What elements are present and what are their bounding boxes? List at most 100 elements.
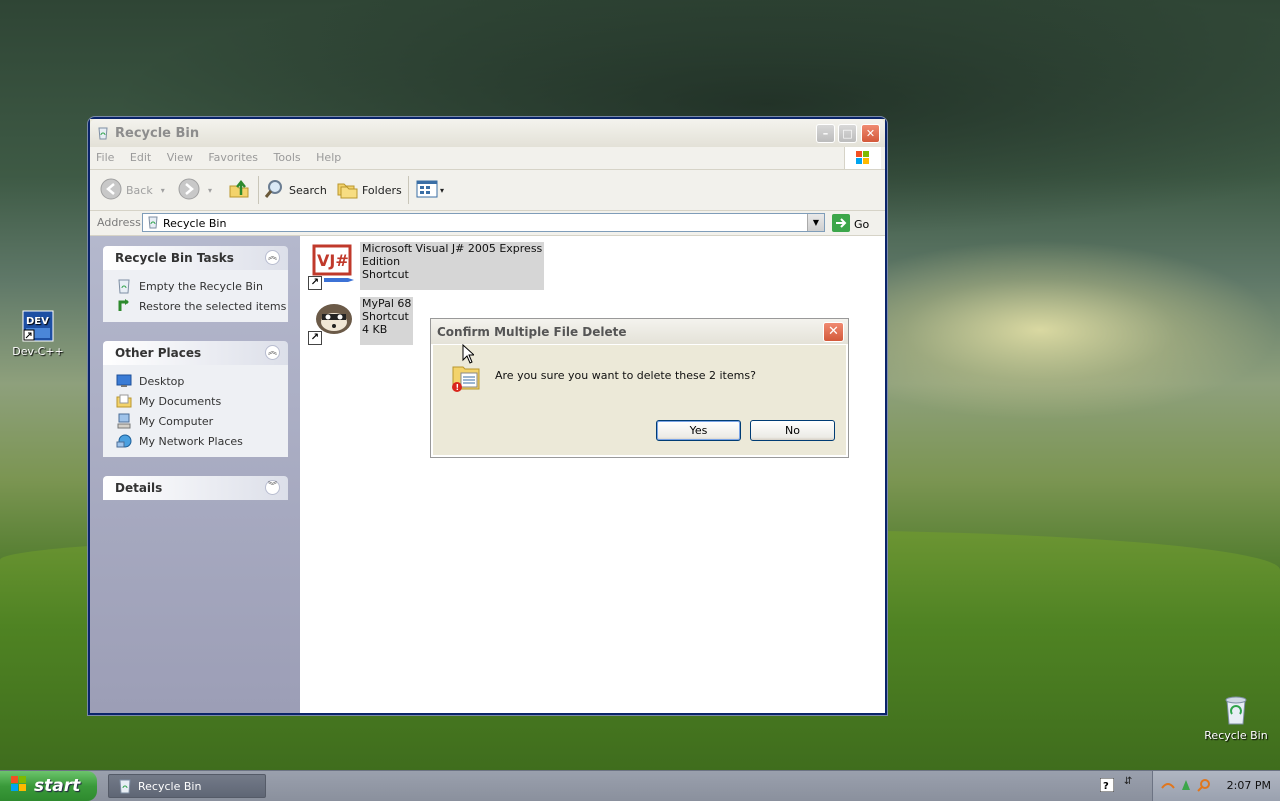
menu-edit[interactable]: Edit: [124, 147, 157, 164]
toolbar-separator: [408, 176, 409, 204]
task-label: Empty the Recycle Bin: [139, 279, 263, 293]
collapse-chevron-icon[interactable]: ︽: [265, 250, 280, 265]
back-arrow-icon: [100, 178, 122, 203]
start-button[interactable]: start: [0, 771, 97, 801]
address-label: Address: [97, 216, 141, 229]
start-label: start: [34, 776, 81, 796]
language-bar-icon[interactable]: ⇵: [1124, 776, 1132, 787]
mouse-cursor-icon: [462, 343, 476, 367]
panel-title: Recycle Bin Tasks: [115, 251, 234, 265]
file-name: MyPal 68: [362, 297, 412, 310]
file-item[interactable]: ↗ MyPal 68 Shortcut 4 KB: [308, 297, 414, 345]
folders-button[interactable]: Folders: [336, 178, 402, 202]
task-pane: Recycle Bin Tasks ︽ Empty the Recycle Bi…: [90, 236, 300, 713]
task-label: Restore the selected items: [139, 299, 287, 313]
tray-search-icon[interactable]: [1197, 778, 1211, 795]
desktop-sky-glow: [880, 240, 1280, 420]
maximize-icon: □: [842, 127, 853, 140]
panel-title: Other Places: [115, 346, 202, 360]
dialog-close-button[interactable]: ✕: [823, 322, 844, 342]
collapse-chevron-icon[interactable]: ︽: [265, 345, 280, 360]
search-icon: [263, 178, 285, 203]
details-panel: Details ︾: [103, 476, 288, 500]
close-icon: ✕: [865, 127, 876, 140]
taskbar: start Recycle Bin ? ⇵ 2:07 PM: [0, 770, 1280, 801]
my-computer-icon: [116, 413, 132, 429]
file-item[interactable]: VJ# ↗ Microsoft Visual J# 2005 Express E…: [308, 242, 545, 290]
recycle-bin-tasks-panel: Recycle Bin Tasks ︽ Empty the Recycle Bi…: [103, 246, 288, 322]
file-size: 4 KB: [362, 323, 388, 336]
file-meta: Microsoft Visual J# 2005 Express Edition…: [360, 242, 545, 290]
panel-header[interactable]: Details ︾: [103, 476, 288, 500]
window-titlebar[interactable]: Recycle Bin – □ ✕: [90, 119, 885, 147]
address-dropdown-icon[interactable]: ▼: [807, 214, 824, 231]
menu-help[interactable]: Help: [310, 147, 347, 164]
recycle-bin-icon: [1220, 694, 1252, 726]
yes-button[interactable]: Yes: [656, 420, 741, 441]
my-documents-icon: [116, 393, 132, 409]
tray-recycle-icon[interactable]: [1179, 778, 1193, 795]
place-my-computer-link[interactable]: My Computer: [103, 411, 288, 431]
svg-text:VJ#: VJ#: [317, 251, 349, 270]
restore-selected-link[interactable]: Restore the selected items: [103, 296, 288, 316]
menu-tools[interactable]: Tools: [268, 147, 307, 164]
other-places-panel: Other Places ︽ Desktop My Documents My C…: [103, 341, 288, 457]
dialog-title: Confirm Multiple File Delete: [437, 325, 627, 339]
no-button[interactable]: No: [750, 420, 835, 441]
svg-text:!: !: [456, 383, 460, 392]
tray-network-icon[interactable]: [1161, 778, 1175, 795]
address-field[interactable]: Recycle Bin ▼: [142, 213, 825, 232]
place-label: My Documents: [139, 394, 222, 408]
go-button[interactable]: Go: [832, 214, 869, 235]
task-label: Recycle Bin: [138, 779, 202, 793]
menu-view[interactable]: View: [161, 147, 199, 164]
mypal-raccoon-icon: ↗: [308, 297, 356, 345]
views-icon: [416, 178, 438, 203]
place-my-documents-link[interactable]: My Documents: [103, 391, 288, 411]
recycle-bin-icon: [146, 215, 160, 232]
clock: 2:07 PM: [1226, 779, 1271, 792]
back-dropdown-icon[interactable]: ▾: [161, 186, 165, 195]
dialog-titlebar[interactable]: Confirm Multiple File Delete ✕: [431, 319, 848, 344]
desktop-icon-label: Dev-C++: [12, 345, 64, 358]
windows-logo-icon: [10, 775, 28, 798]
expand-chevron-icon[interactable]: ︾: [265, 480, 280, 495]
place-desktop-link[interactable]: Desktop: [103, 371, 288, 391]
minimize-button[interactable]: –: [816, 124, 835, 143]
views-button[interactable]: ▾: [416, 178, 444, 202]
place-my-network-places-link[interactable]: My Network Places: [103, 431, 288, 451]
dialog-body: ! Are you sure you want to delete these …: [433, 345, 846, 455]
system-tray: 2:07 PM: [1152, 771, 1280, 801]
panel-header[interactable]: Other Places ︽: [103, 341, 288, 365]
search-button[interactable]: Search: [263, 178, 327, 202]
visual-jsharp-icon: VJ# ↗: [308, 242, 356, 290]
back-button[interactable]: Back ▾: [100, 178, 165, 202]
empty-recycle-bin-link[interactable]: Empty the Recycle Bin: [103, 276, 288, 296]
help-icon[interactable]: ?: [1099, 777, 1115, 795]
panel-header[interactable]: Recycle Bin Tasks ︽: [103, 246, 288, 270]
close-button[interactable]: ✕: [861, 124, 880, 143]
maximize-button[interactable]: □: [838, 124, 857, 143]
forward-arrow-icon: [178, 178, 200, 203]
address-value: Recycle Bin: [163, 217, 227, 230]
views-dropdown-icon: ▾: [440, 185, 445, 195]
desktop-icon-recycle-bin[interactable]: Recycle Bin: [1198, 694, 1274, 742]
up-folder-icon: [228, 178, 250, 203]
search-label: Search: [289, 183, 327, 197]
forward-dropdown-icon[interactable]: ▾: [208, 186, 212, 195]
desktop-icon: [116, 373, 132, 389]
file-meta: MyPal 68 Shortcut 4 KB: [360, 297, 414, 345]
folders-label: Folders: [362, 183, 402, 197]
place-label: Desktop: [139, 374, 185, 388]
forward-button[interactable]: ▾: [178, 178, 212, 202]
window-title: Recycle Bin: [115, 126, 200, 141]
menu-file[interactable]: File: [90, 147, 120, 164]
desktop-icon-devcpp[interactable]: DEV Dev-C++: [0, 310, 76, 358]
taskbar-button-recycle-bin[interactable]: Recycle Bin: [108, 774, 266, 798]
menu-favorites[interactable]: Favorites: [202, 147, 264, 164]
menu-bar: File Edit View Favorites Tools Help: [90, 147, 885, 170]
up-folder-button[interactable]: [228, 178, 250, 202]
shortcut-arrow-icon: ↗: [308, 276, 322, 290]
file-type: Shortcut: [362, 268, 409, 281]
no-label: No: [785, 424, 800, 437]
